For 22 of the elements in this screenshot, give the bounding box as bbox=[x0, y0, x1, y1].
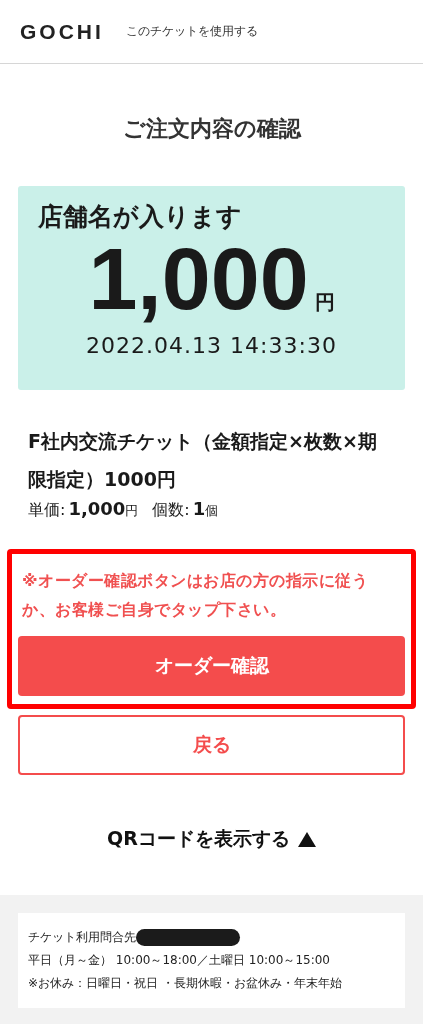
notice-text: ※オーダー確認ボタンはお店の方の指示に従うか、お客様ご自身でタップ下さい。 bbox=[22, 570, 370, 621]
back-button[interactable]: 戻る bbox=[18, 715, 405, 775]
order-confirm-button[interactable]: オーダー確認 bbox=[18, 636, 405, 696]
price-unit: 円 bbox=[125, 503, 139, 520]
currency: 円 bbox=[314, 292, 335, 312]
price-value: 1,000 bbox=[68, 498, 126, 519]
amount: 1,000 bbox=[88, 235, 309, 323]
page-subtitle: このチケットを使用する bbox=[125, 23, 258, 40]
page-title: ご注文内容の確認 bbox=[121, 115, 303, 143]
quantity-label: 個数: bbox=[152, 500, 190, 521]
product-name: F社内交流チケット（金額指定×枚数×期限指定）1000円 bbox=[28, 429, 378, 492]
price-label: 単価: bbox=[28, 500, 66, 521]
quantity-unit: 個 bbox=[205, 503, 219, 520]
contact-text: チケット利用問合先 bbox=[28, 929, 136, 946]
logo: GOCHI bbox=[20, 19, 104, 44]
contact-text: ※お休み：日曜日・祝日 ・長期休暇・お盆休み・年末年始 bbox=[28, 975, 342, 992]
triangle-up-icon bbox=[297, 831, 316, 847]
datetime: 2022.04.13 14:33:30 bbox=[86, 333, 337, 358]
qr-toggle[interactable]: QRコードを表示する bbox=[101, 825, 322, 853]
quantity-value: 1 bbox=[192, 498, 206, 519]
contact-text: 平日（月～金） 10:00～18:00／土曜日 10:00～15:00 bbox=[28, 952, 330, 969]
store-name: 店舗名が入ります bbox=[38, 201, 242, 233]
